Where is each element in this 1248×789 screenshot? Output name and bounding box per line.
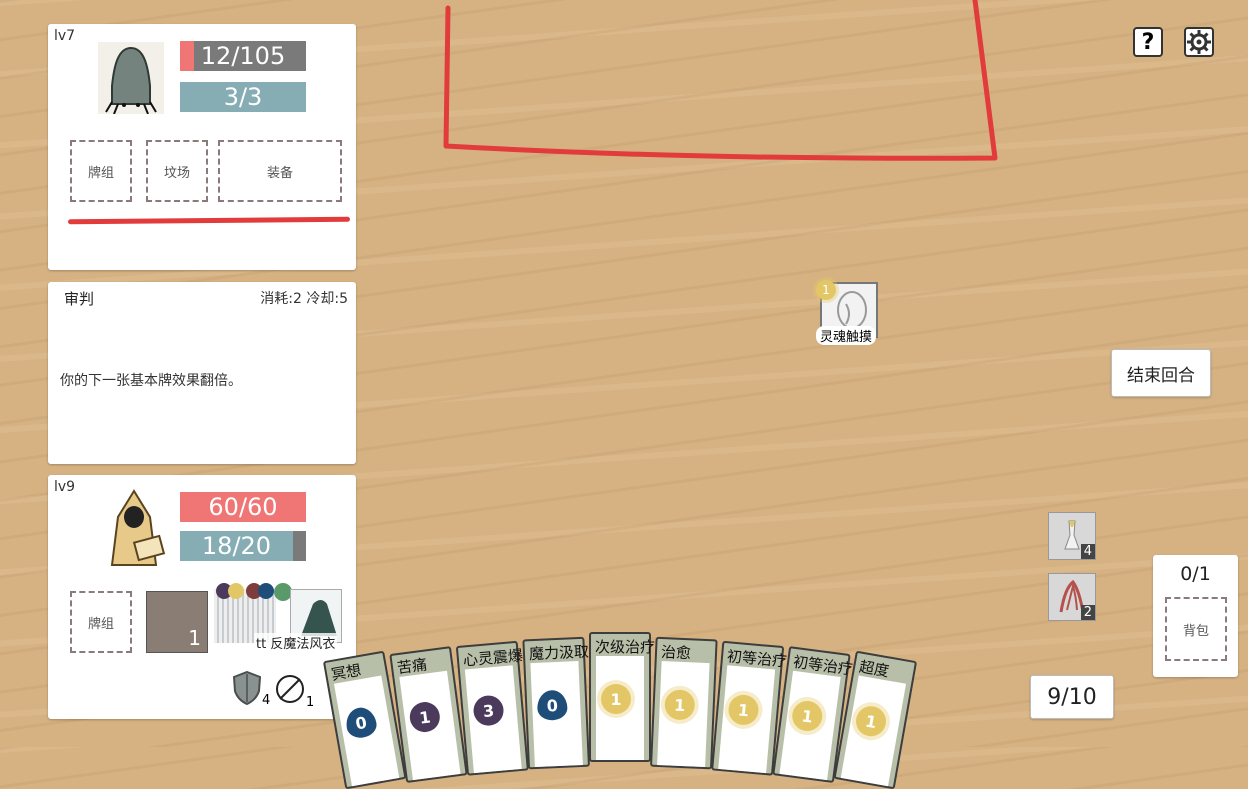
armor-stat: 4: [232, 670, 272, 711]
no-magic-icon: [276, 675, 304, 703]
shield-icon: [232, 670, 262, 706]
enemy-graveyard-slot[interactable]: 坟场: [146, 140, 208, 202]
hand-card[interactable]: 治愈 1: [650, 636, 718, 769]
hand-card[interactable]: 次级治疗 1: [589, 632, 655, 762]
hand-card-cost: 1: [601, 684, 631, 714]
skill-name: 审判: [64, 290, 95, 308]
enemy-level: lv7: [54, 28, 76, 44]
skill-description: 你的下一张基本牌效果翻倍。: [60, 373, 242, 389]
player-hp-bar: 60/60: [180, 492, 306, 522]
hand-card-name: 心灵震爆: [462, 646, 524, 670]
side-stack-item-1[interactable]: 4: [1048, 512, 1096, 560]
player-graveyard-slot[interactable]: 1: [146, 591, 208, 653]
enemy-deck-slot[interactable]: 牌组: [70, 140, 132, 202]
skill-meta: 消耗:2 冷却:5: [260, 291, 348, 307]
enemy-equipment-slot[interactable]: 装备: [218, 140, 342, 202]
hand-card-name: 次级治疗: [595, 638, 656, 656]
enemy-hp-bar: 12/105: [180, 41, 306, 71]
hand-card-name: 治愈: [660, 642, 692, 662]
skill-detail-panel: 审判 消耗:2 冷却:5 你的下一张基本牌效果翻倍。: [48, 282, 356, 464]
enemy-hp-text: 12/105: [200, 42, 286, 70]
hand-card[interactable]: 初等治疗 1: [711, 640, 788, 776]
help-icon: ?: [1141, 29, 1155, 55]
annotation-rectangle: [443, 0, 998, 161]
resist-value: 1: [306, 695, 315, 710]
player-level: lv9: [54, 479, 76, 495]
hand-card-name: 魔力汲取: [528, 642, 590, 663]
enemy-shield-bar: 3/3: [180, 82, 306, 112]
equipped-item-label: tt 反魔法风衣: [254, 633, 338, 652]
field-card-name: 灵魂触摸: [816, 326, 877, 345]
side-stack-count-1: 4: [1080, 544, 1095, 559]
player-panel: lv9 60/60 18/20 牌组 1 tt 反魔法风衣 4 1: [48, 475, 356, 719]
player-equipment-slot[interactable]: tt 反魔法风衣: [214, 583, 344, 653]
field-card[interactable]: 1 灵魂触摸: [816, 280, 880, 345]
hand-count: 9/10: [1030, 675, 1114, 719]
resist-stat: 1: [274, 673, 314, 713]
backpack-count: 0/1: [1180, 563, 1211, 585]
player-portrait[interactable]: [96, 487, 172, 567]
player-mana-bar: 18/20: [180, 531, 306, 561]
side-stack-item-2[interactable]: 2: [1048, 573, 1096, 621]
end-turn-button[interactable]: 结束回合: [1111, 349, 1211, 397]
player-mana-text: 18/20: [201, 532, 272, 560]
armor-value: 4: [262, 693, 271, 708]
side-stack-count-2: 2: [1080, 605, 1095, 620]
hand-card[interactable]: 心灵震爆 3: [455, 640, 529, 776]
settings-button[interactable]: [1184, 27, 1214, 57]
field-card-cost: 1: [816, 280, 836, 300]
backpack-panel[interactable]: 0/1 背包: [1153, 555, 1238, 677]
enemy-panel: lv7 12/105 3/3 牌组 坟场 装备: [48, 24, 356, 270]
hand-card-name: 苦痛: [396, 654, 429, 677]
equipment-gem-icon-2: [228, 583, 244, 599]
equipment-gem-icon-4: [258, 583, 274, 599]
help-button[interactable]: ?: [1133, 27, 1163, 57]
enemy-portrait[interactable]: [98, 42, 164, 115]
backpack-slot[interactable]: 背包: [1165, 597, 1227, 661]
hand-card[interactable]: 魔力汲取 0: [522, 636, 590, 769]
graveyard-count: 1: [188, 626, 201, 650]
gear-icon: [1187, 30, 1211, 54]
player-deck-slot[interactable]: 牌组: [70, 591, 132, 653]
